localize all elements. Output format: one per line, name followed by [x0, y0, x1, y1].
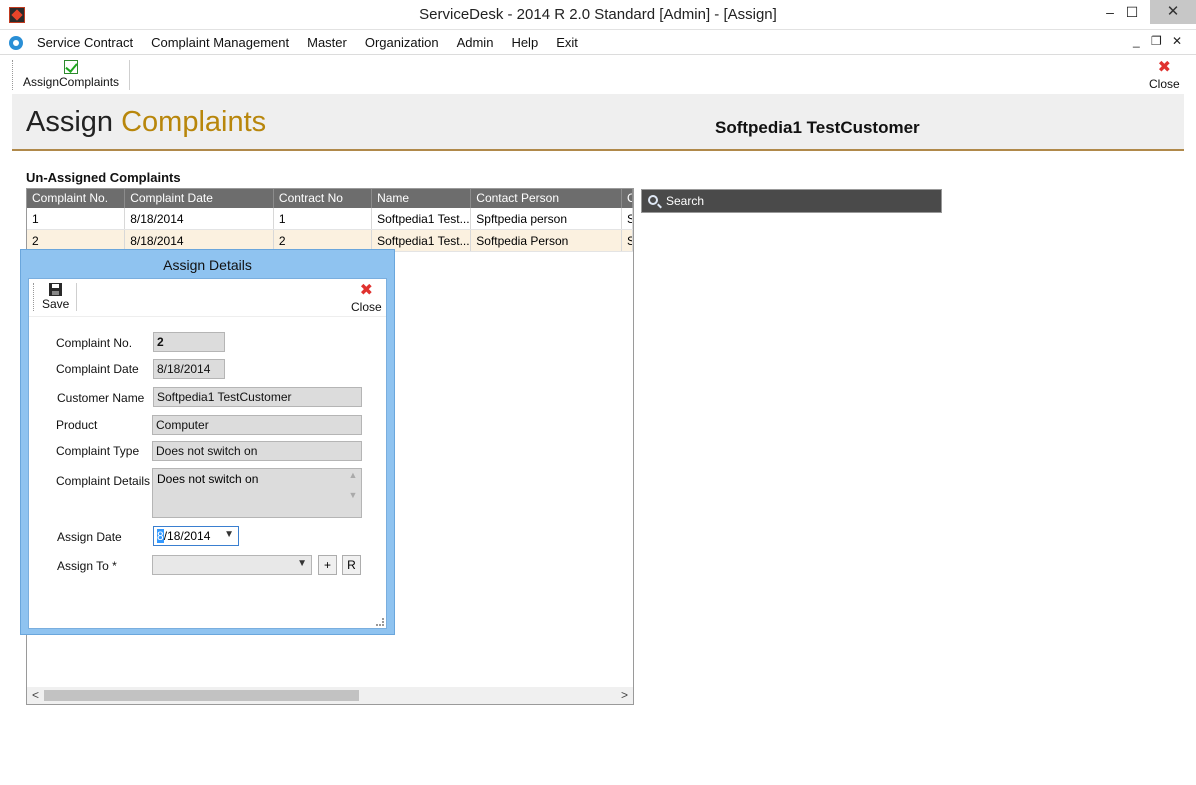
- column-header-complaint-no[interactable]: Complaint No.: [27, 189, 126, 208]
- assign-complaints-button[interactable]: AssignComplaints: [23, 60, 119, 89]
- search-label: Search: [666, 194, 705, 208]
- menu-bar: Service Contract Complaint Management Ma…: [0, 31, 1196, 55]
- customer-name-field: Softpedia1 TestCustomer: [153, 387, 362, 407]
- menu-complaint-management[interactable]: Complaint Management: [142, 35, 298, 50]
- customer-name-label: Customer Name: [57, 391, 145, 405]
- complaint-date-field: 8/18/2014: [153, 359, 225, 379]
- close-form-button[interactable]: ✖ Close: [1149, 59, 1180, 92]
- scrollbar-thumb[interactable]: [44, 690, 359, 701]
- column-header-truncated[interactable]: C: [622, 189, 633, 208]
- table-cell: 1: [27, 208, 126, 229]
- complaint-details-text: Does not switch on: [157, 472, 259, 486]
- refresh-assignee-button[interactable]: R: [342, 555, 361, 575]
- main-toolbar: AssignComplaints ✖ Close: [0, 56, 1196, 94]
- toolbar-grip[interactable]: [12, 60, 14, 90]
- complaint-details-textarea[interactable]: Does not switch on ▲ ▼: [152, 468, 362, 518]
- mdi-minimize-button[interactable]: _: [1133, 34, 1140, 48]
- assign-date-picker[interactable]: 8/18/2014 ▼: [153, 526, 239, 546]
- table-cell: 1: [274, 208, 373, 229]
- product-label: Product: [56, 418, 98, 432]
- assign-date-selected-part: 8: [157, 529, 164, 543]
- assign-to-select[interactable]: ▼: [152, 555, 312, 575]
- mdi-close-button[interactable]: ✕: [1172, 34, 1182, 48]
- page-header: Assign Complaints Softpedia1 TestCustome…: [12, 94, 1184, 151]
- page-title-main: Assign: [26, 106, 114, 138]
- grid-horizontal-scrollbar[interactable]: < >: [27, 687, 633, 704]
- dialog-toolbar-grip[interactable]: [33, 283, 35, 311]
- table-cell: Softpedia1 Test...: [372, 230, 472, 251]
- search-icon: [648, 195, 658, 205]
- dialog-title[interactable]: Assign Details: [21, 257, 394, 273]
- page-title: Assign Complaints: [26, 106, 266, 139]
- dialog-close-button[interactable]: ✖ Close: [351, 282, 382, 315]
- resize-grip-icon[interactable]: [376, 618, 384, 626]
- assign-date-rest: /18/2014: [163, 529, 211, 543]
- table-cell: 2: [274, 230, 373, 251]
- checkmark-icon: [64, 60, 79, 74]
- menu-logo-icon[interactable]: [9, 36, 23, 50]
- page-title-accent: Complaints: [121, 106, 267, 138]
- assign-complaints-label: AssignComplaints: [23, 75, 120, 89]
- complaint-type-label: Complaint Type: [56, 444, 140, 458]
- assign-to-label: Assign To *: [57, 559, 117, 573]
- table-cell: Softpedia1 Test...: [372, 208, 472, 229]
- add-assignee-button[interactable]: +: [318, 555, 337, 575]
- product-field: Computer: [152, 415, 362, 435]
- complaint-no-field: 2: [153, 332, 225, 352]
- assign-details-dialog: Assign Details Save ✖ Close Complaint No…: [20, 249, 395, 635]
- assign-date-label: Assign Date: [57, 530, 122, 544]
- close-x-icon: ✖: [1157, 59, 1172, 76]
- save-button[interactable]: Save: [42, 283, 69, 311]
- unassigned-section-label: Un-Assigned Complaints: [26, 170, 181, 185]
- complaint-date-label: Complaint Date: [56, 362, 139, 376]
- customer-name-heading: Softpedia1 TestCustomer: [715, 118, 920, 137]
- menu-organization[interactable]: Organization: [356, 35, 448, 50]
- table-cell: S: [622, 208, 633, 229]
- complaint-no-label: Complaint No.: [56, 336, 133, 350]
- save-label: Save: [42, 297, 70, 311]
- close-window-button[interactable]: ✕: [1150, 0, 1196, 24]
- close-x-icon: ✖: [359, 282, 374, 299]
- menu-help[interactable]: Help: [502, 35, 547, 50]
- textarea-scrollbar[interactable]: ▲ ▼: [346, 470, 360, 516]
- mdi-restore-button[interactable]: ❐: [1151, 34, 1162, 48]
- chevron-down-icon[interactable]: ▼: [297, 558, 307, 569]
- menu-service-contract[interactable]: Service Contract: [28, 35, 142, 50]
- grid-header-row: Complaint No. Complaint Date Contract No…: [27, 189, 633, 208]
- dialog-toolbar: Save ✖ Close: [29, 279, 386, 317]
- complaint-details-label: Complaint Details: [56, 474, 151, 488]
- table-cell: Spftpedia person: [471, 208, 622, 229]
- dialog-body: Save ✖ Close Complaint No. 2 Complaint D…: [28, 278, 387, 629]
- dialog-close-label: Close: [351, 300, 382, 314]
- table-cell: 2: [27, 230, 126, 251]
- column-header-contact-person[interactable]: Contact Person: [471, 189, 622, 208]
- table-row[interactable]: 1 8/18/2014 1 Softpedia1 Test... Spftped…: [27, 208, 633, 230]
- toolbar-separator: [129, 60, 130, 90]
- window-title: ServiceDesk - 2014 R 2.0 Standard [Admin…: [419, 6, 777, 23]
- maximize-button[interactable]: ☐: [1114, 0, 1150, 24]
- complaint-type-field: Does not switch on: [152, 441, 362, 461]
- table-cell: 8/18/2014: [125, 208, 274, 229]
- window-title-bar: ServiceDesk - 2014 R 2.0 Standard [Admin…: [0, 0, 1196, 30]
- scroll-right-icon[interactable]: >: [621, 688, 628, 702]
- column-header-complaint-date[interactable]: Complaint Date: [125, 189, 274, 208]
- save-disk-icon: [49, 283, 63, 296]
- scroll-left-icon[interactable]: <: [32, 688, 39, 702]
- menu-master[interactable]: Master: [298, 35, 356, 50]
- close-form-label: Close: [1149, 77, 1180, 91]
- table-cell: Softpedia Person: [471, 230, 622, 251]
- chevron-down-icon[interactable]: ▼: [224, 529, 234, 540]
- column-header-name[interactable]: Name: [372, 189, 472, 208]
- table-cell: S: [622, 230, 633, 251]
- table-cell: 8/18/2014: [125, 230, 274, 251]
- menu-admin[interactable]: Admin: [448, 35, 503, 50]
- menu-exit[interactable]: Exit: [547, 35, 587, 50]
- search-bar[interactable]: Search: [641, 189, 942, 213]
- column-header-contract-no[interactable]: Contract No: [274, 189, 373, 208]
- dialog-toolbar-separator: [76, 283, 77, 311]
